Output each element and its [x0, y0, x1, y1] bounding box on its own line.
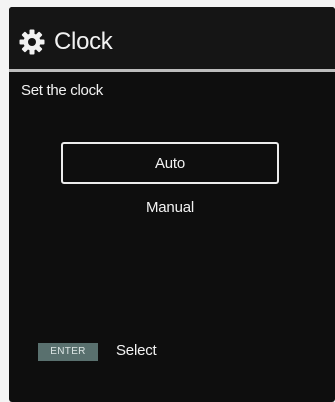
clock-settings-screen: Clock Set the clock Auto Manual ENTER Se… [9, 7, 335, 402]
header-divider [9, 69, 335, 72]
page-title: Clock [54, 28, 113, 55]
select-hint: Select [116, 342, 157, 359]
option-auto[interactable]: Auto [61, 142, 279, 184]
option-manual[interactable]: Manual [61, 188, 279, 230]
header-bar: Clock [9, 7, 335, 69]
enter-key-badge: ENTER [38, 343, 98, 361]
gear-icon [19, 29, 45, 55]
prompt-text: Set the clock [21, 82, 103, 99]
